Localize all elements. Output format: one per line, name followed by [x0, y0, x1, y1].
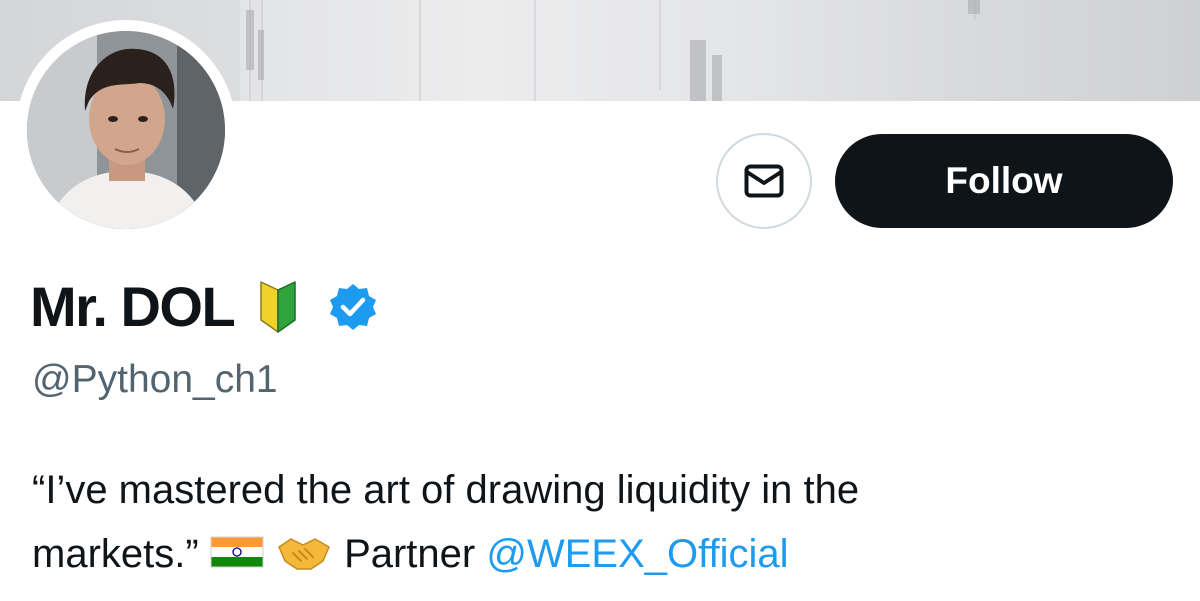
- avatar[interactable]: [27, 31, 225, 229]
- bio-mention-link[interactable]: @WEEX_Official: [486, 532, 788, 576]
- follow-button-label: Follow: [945, 160, 1063, 201]
- bio: “I’ve mastered the art of drawing liquid…: [32, 458, 1172, 586]
- envelope-icon: [744, 164, 784, 198]
- bio-text: markets.”: [32, 532, 199, 576]
- verified-badge-icon: [330, 284, 377, 330]
- beginner-symbol-icon: [260, 281, 296, 333]
- name-row: Mr. DOL: [30, 272, 378, 342]
- avatar-photo: [27, 31, 225, 229]
- india-flag-icon: [210, 536, 264, 568]
- bio-partner-label: Partner: [344, 532, 476, 576]
- follow-button[interactable]: Follow: [835, 134, 1173, 228]
- bio-line-1: “I’ve mastered the art of drawing liquid…: [32, 468, 860, 512]
- bio-line-2: markets.” Partner @WEEX_Official: [32, 522, 1172, 586]
- message-button[interactable]: [716, 133, 812, 229]
- user-handle: @Python_ch1: [32, 358, 278, 401]
- display-name: Mr. DOL: [30, 275, 236, 338]
- handshake-icon: [278, 538, 330, 571]
